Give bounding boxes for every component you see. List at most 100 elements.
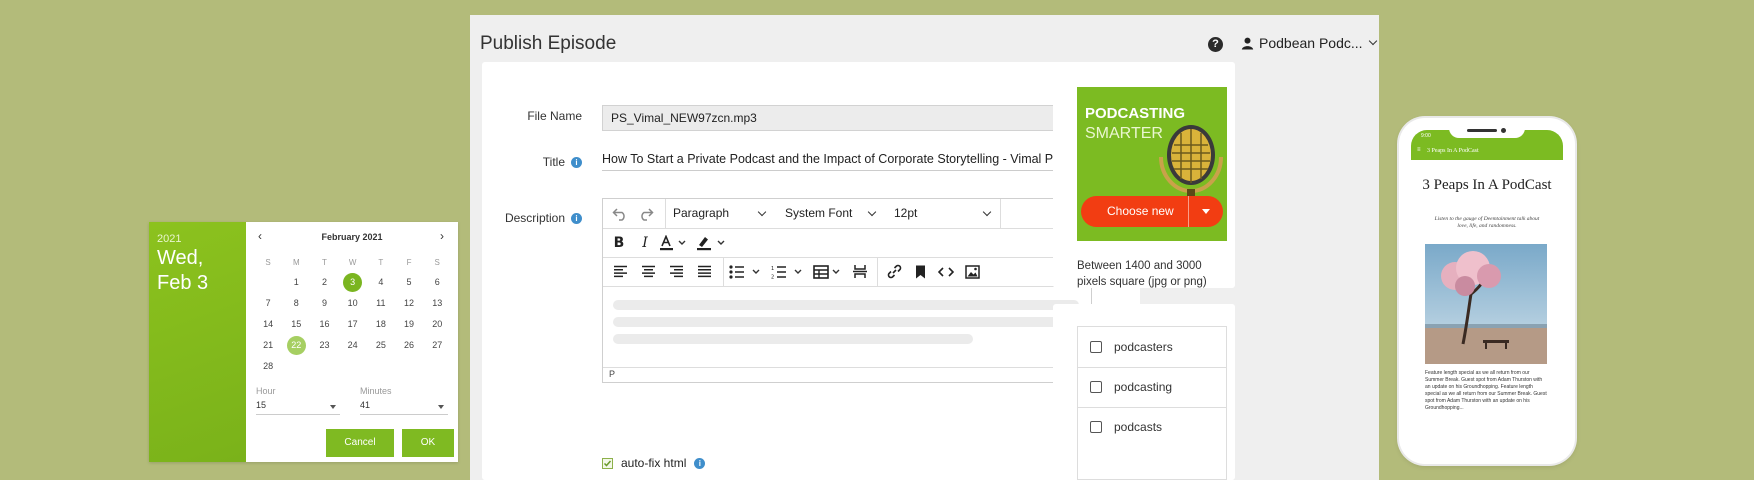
day-cell[interactable]: 5 <box>395 273 423 291</box>
bold-icon[interactable]: B <box>609 228 629 257</box>
info-icon[interactable]: i <box>571 213 582 224</box>
day-cell[interactable]: 12 <box>395 294 423 312</box>
day-cell[interactable]: 25 <box>367 336 395 354</box>
weekday-header: F <box>406 258 412 267</box>
hour-select[interactable]: 15 <box>256 400 340 415</box>
day-cell[interactable]: 14 <box>254 315 282 333</box>
info-icon[interactable]: i <box>694 457 706 469</box>
info-icon[interactable]: i <box>571 157 582 168</box>
day-number: 18 <box>375 319 386 329</box>
phone-bar-title: 3 Peaps In A PodCast <box>1427 148 1479 154</box>
empty-day-cell <box>423 357 451 375</box>
help-icon[interactable]: ? <box>1208 37 1223 52</box>
bullet-list-icon[interactable] <box>729 257 765 286</box>
element-path: P <box>609 369 616 379</box>
day-cell[interactable]: 2 <box>310 273 338 291</box>
day-number: 19 <box>404 319 415 329</box>
day-cell[interactable]: 16 <box>310 315 338 333</box>
autofix-checkbox[interactable] <box>602 457 613 469</box>
day-cell[interactable]: 19 <box>395 315 423 333</box>
minutes-label: Minutes <box>360 386 392 396</box>
day-number: 4 <box>378 277 384 287</box>
ok-button[interactable]: OK <box>402 429 454 457</box>
category-checkbox[interactable] <box>1090 341 1102 353</box>
day-cell[interactable]: 11 <box>367 294 395 312</box>
day-cell[interactable]: 3 <box>339 273 367 292</box>
date-picker: 2021 Wed, Feb 3 ‹ February 2021 › SMTWTF… <box>149 222 458 462</box>
autofix-html-option[interactable]: auto-fix html i <box>602 456 706 470</box>
empty-day-cell <box>310 357 338 375</box>
day-cell[interactable]: 27 <box>423 336 451 354</box>
next-month-button[interactable]: › <box>440 229 444 243</box>
podcast-title: 3 Peaps In A PodCast <box>1422 177 1552 193</box>
image-icon[interactable] <box>961 257 983 286</box>
day-cell[interactable]: 26 <box>395 336 423 354</box>
code-icon[interactable] <box>935 257 957 286</box>
block-format-select[interactable]: Paragraph <box>673 199 771 228</box>
empty-day-cell <box>395 357 423 375</box>
day-cell[interactable]: 10 <box>339 294 367 312</box>
user-menu[interactable]: Podbean Podc... <box>1241 35 1377 51</box>
category-checkbox[interactable] <box>1090 381 1102 393</box>
day-cell[interactable]: 1 <box>282 273 310 291</box>
category-item[interactable]: podcasting <box>1078 367 1226 408</box>
align-center-icon[interactable] <box>637 257 659 286</box>
selected-year[interactable]: 2021 <box>157 233 181 245</box>
highlight-color-icon[interactable] <box>695 228 731 257</box>
text-color-icon[interactable] <box>659 228 691 257</box>
day-number: 8 <box>293 298 299 308</box>
align-right-icon[interactable] <box>665 257 687 286</box>
font-size-select[interactable]: 12pt <box>894 199 992 228</box>
caret-down-icon[interactable] <box>1202 209 1210 214</box>
day-cell[interactable]: 17 <box>339 315 367 333</box>
toolbar-divider <box>723 257 724 286</box>
choose-new-button[interactable]: Choose new <box>1081 196 1223 227</box>
font-family-select[interactable]: System Font <box>785 199 881 228</box>
day-cell[interactable]: 20 <box>423 315 451 333</box>
redo-icon[interactable] <box>635 199 657 228</box>
day-number: 21 <box>263 340 274 350</box>
editor-toolbar-row-3: 12 <box>603 257 1091 287</box>
day-number: 27 <box>432 340 443 350</box>
cancel-button[interactable]: Cancel <box>326 429 394 457</box>
day-cell[interactable]: 4 <box>367 273 395 291</box>
date-picker-header: 2021 Wed, Feb 3 <box>149 222 246 462</box>
day-cell[interactable]: 18 <box>367 315 395 333</box>
undo-icon[interactable] <box>609 199 631 228</box>
menu-icon[interactable]: ≡ <box>1417 147 1421 153</box>
podcast-cover-image <box>1425 244 1547 364</box>
day-cell[interactable]: 8 <box>282 294 310 312</box>
day-cell[interactable]: 9 <box>310 294 338 312</box>
day-cell[interactable]: 15 <box>282 315 310 333</box>
day-cell[interactable]: 23 <box>310 336 338 354</box>
table-icon[interactable] <box>813 257 847 286</box>
page-break-icon[interactable] <box>849 257 871 286</box>
day-number: 1 <box>293 277 299 287</box>
caret-down-icon <box>330 405 336 409</box>
day-number: 13 <box>432 298 443 308</box>
italic-icon[interactable]: I <box>635 228 655 257</box>
title-input[interactable]: How To Start a Private Podcast and the I… <box>602 148 1092 171</box>
chevron-down-icon <box>1368 36 1377 46</box>
day-cell[interactable]: 28 <box>254 357 282 375</box>
selected-date: Wed, Feb 3 <box>157 246 208 296</box>
align-justify-icon[interactable] <box>693 257 715 286</box>
category-item[interactable]: podcasters <box>1078 327 1226 368</box>
day-number: 25 <box>375 340 386 350</box>
category-checkbox[interactable] <box>1090 421 1102 433</box>
day-cell[interactable]: 13 <box>423 294 451 312</box>
category-item[interactable]: podcasts <box>1078 407 1226 447</box>
day-cell[interactable]: 21 <box>254 336 282 354</box>
bookmark-icon[interactable] <box>909 257 931 286</box>
numbered-list-icon[interactable]: 12 <box>771 257 807 286</box>
link-icon[interactable] <box>883 257 905 286</box>
file-name-label: File Name <box>527 109 582 123</box>
minutes-select[interactable]: 41 <box>360 400 448 415</box>
minutes-value: 41 <box>360 400 371 410</box>
day-cell[interactable]: 24 <box>339 336 367 354</box>
day-cell[interactable]: 22 <box>282 336 310 355</box>
day-cell[interactable]: 6 <box>423 273 451 291</box>
calendar-grid: S M T W T F S 1 2 3 4 5 6 7 8 9 10 11 12 13 14 15 16 17 18 19 20 21… <box>254 256 452 375</box>
day-cell[interactable]: 7 <box>254 294 282 312</box>
align-left-icon[interactable] <box>609 257 631 286</box>
